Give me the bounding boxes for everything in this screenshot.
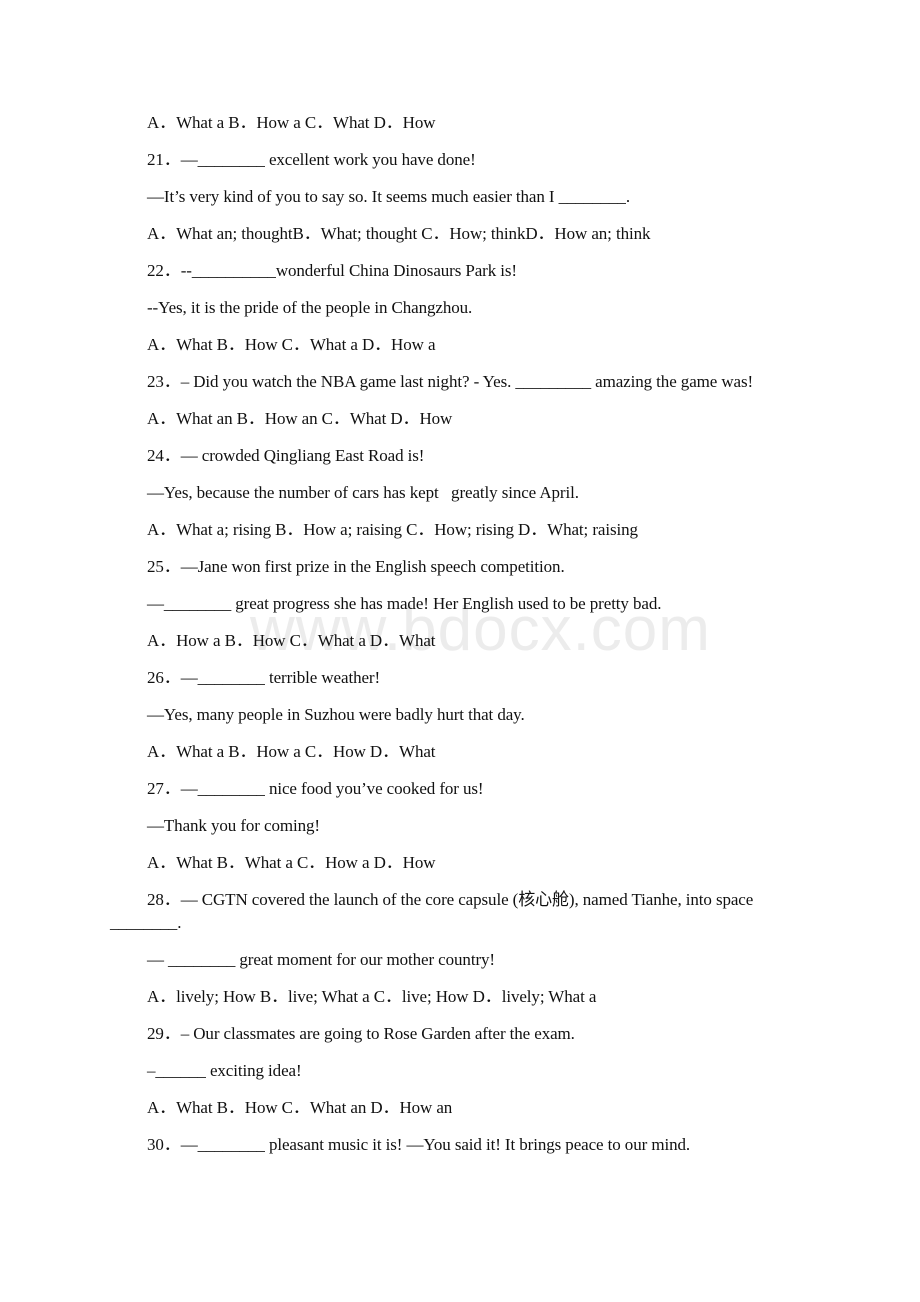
options-line: A．What an; thoughtB．What; thought C．How;… (147, 224, 651, 243)
question-24: 24．— crowded Qingliang East Road is! (147, 446, 425, 465)
response-line: — ________ great moment for our mother c… (147, 950, 495, 969)
options-line: A．What B．What a C．How a D．How (147, 853, 436, 872)
question-26: 26．—________ terrible weather! (147, 668, 381, 687)
question-29: 29．– Our classmates are going to Rose Ga… (147, 1024, 575, 1043)
options-line: A．How a B．How C．What a D．What (147, 631, 436, 650)
document-page: A．What a B．How a C．What D．How 21．—______… (110, 111, 782, 1170)
options-line: A．What a; rising B．How a; raising C．How;… (147, 520, 638, 539)
response-line: —Yes, because the number of cars has kep… (147, 483, 579, 502)
question-28: 28．— CGTN covered the launch of the core… (110, 890, 758, 932)
options-line: A．What a B．How a C．How D．What (147, 742, 436, 761)
question-30: 30．—________ pleasant music it is! —You … (147, 1135, 691, 1154)
response-line: —Thank you for coming! (147, 816, 320, 835)
response-line: –______ exciting idea! (147, 1061, 302, 1080)
options-line: A．lively; How B．live; What a C．live; How… (147, 987, 597, 1006)
question-27: 27．—________ nice food you’ve cooked for… (147, 779, 484, 798)
options-line: A．What an B．How an C．What D．How (147, 409, 453, 428)
response-line: --Yes, it is the pride of the people in … (147, 298, 473, 317)
question-23: 23．– Did you watch the NBA game last nig… (147, 372, 754, 391)
response-line: —________ great progress she has made! H… (147, 594, 662, 613)
response-line: —It’s very kind of you to say so. It see… (147, 187, 630, 206)
question-22: 22．--__________wonderful China Dinosaurs… (147, 261, 517, 280)
question-25: 25．—Jane won first prize in the English … (147, 557, 565, 576)
question-21: 21．—________ excellent work you have don… (147, 150, 476, 169)
response-line: —Yes, many people in Suzhou were badly h… (147, 705, 525, 724)
options-line: A．What B．How C．What an D．How an (147, 1098, 453, 1117)
options-line: A．What a B．How a C．What D．How (147, 113, 436, 132)
options-line: A．What B．How C．What a D．How a (147, 335, 436, 354)
